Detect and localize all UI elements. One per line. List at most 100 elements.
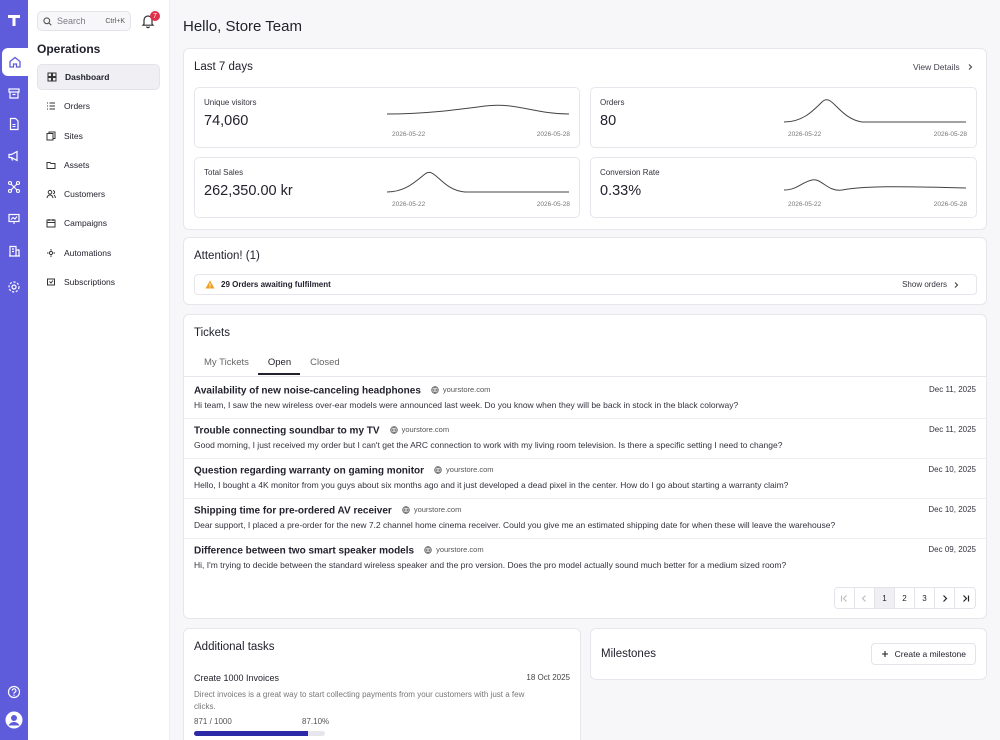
ticket-date: Dec 10, 2025: [928, 465, 976, 474]
sidebar-item-assets[interactable]: Assets: [37, 152, 160, 178]
ticket-date: Dec 10, 2025: [928, 505, 976, 514]
create-milestone-label: Create a milestone: [894, 649, 966, 659]
sidebar-item-label: Customers: [64, 189, 106, 200]
presentation-icon[interactable]: [0, 205, 28, 233]
page-button[interactable]: 2: [895, 588, 915, 608]
ticket-row[interactable]: Question regarding warranty on gaming mo…: [184, 459, 986, 499]
date-start: 2026-05-22: [392, 131, 426, 138]
metric-label: Orders: [600, 98, 625, 107]
date-end: 2026-05-28: [933, 131, 967, 138]
ticket-date: Dec 11, 2025: [929, 385, 976, 394]
sidebar: Search Ctrl+K 7 Operations Dashboard Ord…: [28, 0, 170, 740]
ticket-tabs: My Tickets Open Closed: [194, 357, 349, 375]
archive-icon[interactable]: [0, 79, 28, 107]
ticket-title: Shipping time for pre-ordered AV receive…: [194, 505, 392, 517]
date-start: 2026-05-22: [392, 201, 426, 208]
date-start: 2026-05-22: [788, 131, 822, 138]
warning-icon: [205, 280, 215, 289]
metric-value: 80: [600, 113, 617, 129]
task-count: 871 / 1000: [194, 717, 232, 726]
flow-icon[interactable]: [0, 173, 28, 201]
ticket-body: Dear support, I placed a pre-order for t…: [194, 520, 836, 530]
sidebar-item-orders[interactable]: Orders: [37, 93, 160, 119]
last-page-icon[interactable]: [955, 588, 975, 608]
ticket-body: Hi, I'm trying to decide between the sta…: [194, 560, 787, 570]
additional-tasks-card: Additional tasks Create 1000 Invoices 18…: [183, 628, 581, 740]
app-rail: [0, 0, 28, 740]
search-icon: [43, 16, 52, 26]
ticket-title: Question regarding warranty on gaming mo…: [194, 465, 425, 477]
date-start: 2026-05-22: [788, 201, 822, 208]
globe-icon: [424, 545, 432, 554]
date-end: 2026-05-28: [933, 201, 967, 208]
ticket-source: yourstore.com: [401, 425, 450, 434]
task-title[interactable]: Create 1000 Invoices: [194, 673, 279, 683]
metric-label: Unique visitors: [204, 98, 257, 107]
megaphone-icon[interactable]: [0, 142, 28, 170]
document-icon[interactable]: [0, 110, 28, 138]
sidebar-item-label: Assets: [64, 159, 90, 170]
sidebar-item-sites[interactable]: Sites: [37, 123, 160, 149]
ticket-row[interactable]: Trouble connecting soundbar to my TV your…: [184, 419, 986, 459]
card-title: Tickets: [194, 327, 230, 339]
settings-icon[interactable]: [0, 273, 28, 301]
section-title: Operations: [37, 42, 101, 56]
create-milestone-button[interactable]: Create a milestone: [870, 643, 976, 665]
tab-closed[interactable]: Closed: [300, 357, 349, 375]
card-title: Last 7 days: [194, 61, 253, 73]
metric-card[interactable]: Total Sales 262,350.00 kr 2026-05-22 202…: [194, 157, 580, 218]
show-orders-link[interactable]: Show orders: [902, 280, 966, 289]
ticket-row[interactable]: Shipping time for pre-ordered AV receive…: [184, 499, 986, 539]
search-input[interactable]: Search Ctrl+K: [37, 11, 131, 31]
sidebar-item-campaigns[interactable]: Campaigns: [37, 210, 160, 236]
plus-icon: [881, 651, 888, 657]
page-button[interactable]: 3: [915, 588, 935, 608]
help-icon[interactable]: [0, 678, 28, 706]
pagination: 1 2 3: [834, 587, 976, 609]
task-percent: 87.10%: [302, 717, 330, 726]
page-button[interactable]: 1: [875, 588, 895, 608]
view-details-label: View Details: [913, 62, 960, 72]
sparkline-chart: [386, 104, 570, 115]
avatar[interactable]: [0, 706, 28, 734]
globe-icon: [434, 465, 442, 474]
ticket-row[interactable]: Availability of new noise-canceling head…: [184, 379, 986, 419]
task-description: Direct invoices is a great way to start …: [194, 690, 525, 711]
sidebar-item-subscriptions[interactable]: Subscriptions: [37, 269, 160, 295]
sidebar-item-dashboard[interactable]: Dashboard: [37, 64, 160, 90]
task-date: 18 Oct 2025: [526, 673, 570, 682]
ticket-date: Dec 11, 2025: [929, 425, 976, 434]
date-end: 2026-05-28: [536, 131, 570, 138]
sidebar-item-customers[interactable]: Customers: [37, 181, 160, 207]
sidebar-item-automations[interactable]: Automations: [37, 240, 160, 266]
ticket-title: Trouble connecting soundbar to my TV: [194, 425, 380, 437]
ticket-source: yourstore.com: [413, 505, 462, 514]
brand-logo-icon[interactable]: [6, 12, 22, 28]
prev-page-icon[interactable]: [855, 588, 875, 608]
alert-row[interactable]: 29 Orders awaiting fulfilment Show order…: [194, 274, 977, 295]
metric-card[interactable]: Orders 80 2026-05-22 2026-05-28: [590, 87, 977, 148]
tab-open[interactable]: Open: [257, 357, 301, 375]
users-icon: [46, 190, 56, 199]
globe-icon: [431, 385, 439, 394]
search-placeholder: Search: [57, 16, 86, 26]
card-title: Attention! (1): [194, 250, 260, 262]
metric-card[interactable]: Unique visitors 74,060 2026-05-22 2026-0…: [194, 87, 580, 148]
view-details-link[interactable]: View Details: [913, 62, 974, 72]
building-icon[interactable]: [0, 237, 28, 265]
chevron-right-icon: [954, 281, 959, 288]
progress-bar: [194, 731, 325, 736]
sidebar-nav: Dashboard Orders Sites Assets Customers …: [37, 64, 160, 298]
ticket-row[interactable]: Difference between two smart speaker mod…: [184, 539, 986, 579]
sidebar-item-label: Subscriptions: [64, 277, 116, 288]
dashboard-icon: [47, 72, 57, 82]
sidebar-item-label: Dashboard: [65, 72, 110, 82]
next-page-icon[interactable]: [935, 588, 955, 608]
tab-my-tickets[interactable]: My Tickets: [194, 357, 258, 375]
ticket-body: Hi team, I saw the new wireless over-ear…: [194, 400, 739, 410]
first-page-icon[interactable]: [835, 588, 855, 608]
ticket-body: Good morning, I just received my order b…: [194, 440, 783, 450]
card-title: Additional tasks: [194, 641, 275, 653]
home-icon[interactable]: [2, 48, 28, 76]
metric-card[interactable]: Conversion Rate 0.33% 2026-05-22 2026-05…: [590, 157, 977, 218]
